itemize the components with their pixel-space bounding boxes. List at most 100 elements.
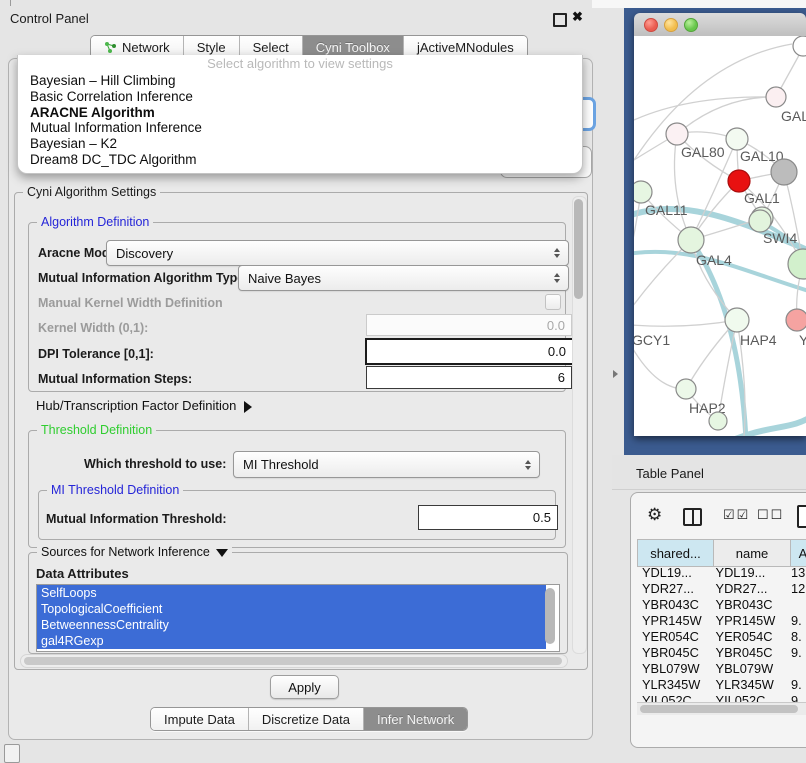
network-node[interactable]: [709, 412, 727, 430]
table-cell: YBR043C: [637, 597, 714, 613]
network-canvas-svg: GALGAL80GAL10GAL1GAL11GAL4SWI4GCY1HAP4YH…: [634, 36, 806, 436]
algorithm-popup: Select algorithm to view settings Bayesi…: [17, 55, 583, 174]
table-row[interactable]: YPR145WYPR145W9.: [637, 613, 806, 629]
hub-definition-toggle[interactable]: Hub/Transcription Factor Definition: [36, 398, 252, 413]
docked-panel-icon[interactable]: [4, 744, 20, 763]
top-divider: [10, 0, 11, 6]
aracne-mode-select[interactable]: Discovery: [106, 240, 569, 266]
tab-infer-network[interactable]: Infer Network: [364, 708, 467, 730]
network-canvas[interactable]: GALGAL80GAL10GAL1GAL11GAL4SWI4GCY1HAP4YH…: [634, 36, 806, 436]
attribute-item[interactable]: BetweennessCentrality: [37, 617, 546, 633]
apply-button[interactable]: Apply: [270, 675, 339, 699]
node-table-rows[interactable]: YDL19...YDL19...13YDR27...YDR27...12YBR0…: [637, 565, 806, 702]
columns-icon[interactable]: [683, 508, 702, 526]
network-node[interactable]: [725, 308, 749, 332]
tab-impute-data[interactable]: Impute Data: [151, 708, 249, 730]
which-threshold-label: Which threshold to use:: [84, 457, 226, 471]
table-row[interactable]: YBR045CYBR045C9.: [637, 645, 806, 661]
network-node[interactable]: [793, 36, 806, 56]
kernel-width-field[interactable]: 0.0: [366, 314, 572, 336]
table-cell: 9.: [788, 645, 806, 661]
tab-label: Style: [197, 40, 226, 55]
network-nodes[interactable]: GALGAL80GAL10GAL1GAL11GAL4SWI4GCY1HAP4YH…: [634, 36, 806, 430]
mi-type-label: Mutual Information Algorithm Type:: [38, 271, 248, 285]
table-horizontal-scrollbar[interactable]: [637, 702, 806, 715]
table-row[interactable]: YBR043CYBR043C: [637, 597, 806, 613]
collapsed-arrow-icon: [244, 401, 252, 413]
network-icon: [104, 41, 117, 54]
attribute-item[interactable]: gal4RGexp: [37, 633, 546, 649]
network-node[interactable]: [678, 227, 704, 253]
panel-title: Control Panel: [10, 11, 89, 26]
network-node[interactable]: [728, 170, 750, 192]
algorithm-option[interactable]: Dream8 DC_TDC Algorithm: [18, 152, 582, 168]
network-node[interactable]: [771, 159, 797, 185]
table-row[interactable]: YER054CYER054C8.: [637, 629, 806, 645]
table-row[interactable]: YIL052CYIL052C9.: [637, 693, 806, 702]
tab-label: Discretize Data: [262, 712, 350, 727]
table-row[interactable]: YDR27...YDR27...12: [637, 581, 806, 597]
mi-threshold-field[interactable]: 0.5: [418, 505, 558, 530]
column-header[interactable]: shared...: [638, 540, 714, 567]
column-header[interactable]: name: [714, 540, 791, 567]
settings-vertical-scrollbar[interactable]: [572, 196, 587, 654]
network-node[interactable]: [749, 210, 771, 232]
attribute-item[interactable]: SelfLoops: [37, 585, 546, 601]
table-cell: YBL079W: [714, 661, 788, 677]
sources-legend[interactable]: Sources for Network Inference: [37, 545, 232, 559]
stepper-icon: [525, 460, 531, 470]
table-row[interactable]: YDL19...YDL19...13: [637, 565, 806, 581]
gear-icon[interactable]: ⚙: [647, 505, 662, 525]
close-button[interactable]: [644, 18, 658, 32]
node-label: GCY1: [634, 332, 670, 348]
node-label: SWI4: [763, 230, 797, 246]
data-attributes-list[interactable]: SelfLoopsTopologicalCoefficientBetweenne…: [36, 584, 560, 652]
network-node[interactable]: [766, 87, 786, 107]
tab-label: Network: [122, 40, 170, 55]
algorithm-option[interactable]: Bayesian – Hill Climbing: [18, 73, 582, 89]
node-label: HAP4: [740, 332, 777, 348]
mi-type-select[interactable]: Naive Bayes: [238, 265, 569, 291]
table-cell: [788, 661, 806, 677]
float-panel-icon[interactable]: [553, 13, 567, 27]
table-row[interactable]: YBL079WYBL079W: [637, 661, 806, 677]
table-row[interactable]: YLR345WYLR345W9.: [637, 677, 806, 693]
minimize-button[interactable]: [664, 18, 678, 32]
tab-discretize-data[interactable]: Discretize Data: [249, 708, 364, 730]
attribute-item[interactable]: TopologicalCoefficient: [37, 601, 546, 617]
network-node[interactable]: [788, 249, 806, 279]
table-cell: 12: [788, 581, 806, 597]
algorithm-option[interactable]: ARACNE Algorithm: [18, 105, 582, 121]
algorithm-popup-placeholder: Select algorithm to view settings: [18, 56, 582, 71]
algorithm-option[interactable]: Basic Correlation Inference: [18, 89, 582, 105]
network-node[interactable]: [676, 379, 696, 399]
node-label: GAL1: [744, 190, 780, 206]
network-node[interactable]: [726, 128, 748, 150]
manual-kernel-checkbox[interactable]: [545, 294, 561, 310]
tab-label: Cyni Toolbox: [316, 40, 390, 55]
node-label: GAL4: [696, 252, 732, 268]
network-window-titlebar[interactable]: [634, 13, 806, 37]
table-cell: YLR345W: [714, 677, 788, 693]
deselect-all-checks-icon[interactable]: ☐☐: [757, 507, 784, 523]
list-vertical-scrollbar[interactable]: [545, 588, 555, 644]
close-icon[interactable]: ✖: [572, 9, 583, 25]
network-window[interactable]: GALGAL80GAL10GAL1GAL11GAL4SWI4GCY1HAP4YH…: [634, 13, 806, 436]
which-threshold-select[interactable]: MI Threshold: [233, 451, 540, 478]
mi-steps-field[interactable]: 6: [366, 366, 572, 389]
zoom-button[interactable]: [684, 18, 698, 32]
network-node[interactable]: [634, 181, 652, 203]
table-cell: YDL19...: [637, 565, 714, 581]
dpi-tolerance-field[interactable]: 0.0: [365, 338, 574, 365]
network-node[interactable]: [786, 309, 806, 331]
table-panel-titlebar: Table Panel: [612, 455, 806, 490]
network-node[interactable]: [666, 123, 688, 145]
select-all-checks-icon[interactable]: ☑☑: [723, 507, 750, 523]
settings-horizontal-scrollbar[interactable]: [20, 654, 568, 668]
column-header[interactable]: A: [791, 540, 806, 567]
export-table-icon[interactable]: [797, 505, 806, 528]
tab-label: Impute Data: [164, 712, 235, 727]
algorithm-option[interactable]: Mutual Information Inference: [18, 120, 582, 136]
algorithm-option[interactable]: Bayesian – K2: [18, 136, 582, 152]
splitpane-handle-icon[interactable]: [613, 370, 618, 378]
